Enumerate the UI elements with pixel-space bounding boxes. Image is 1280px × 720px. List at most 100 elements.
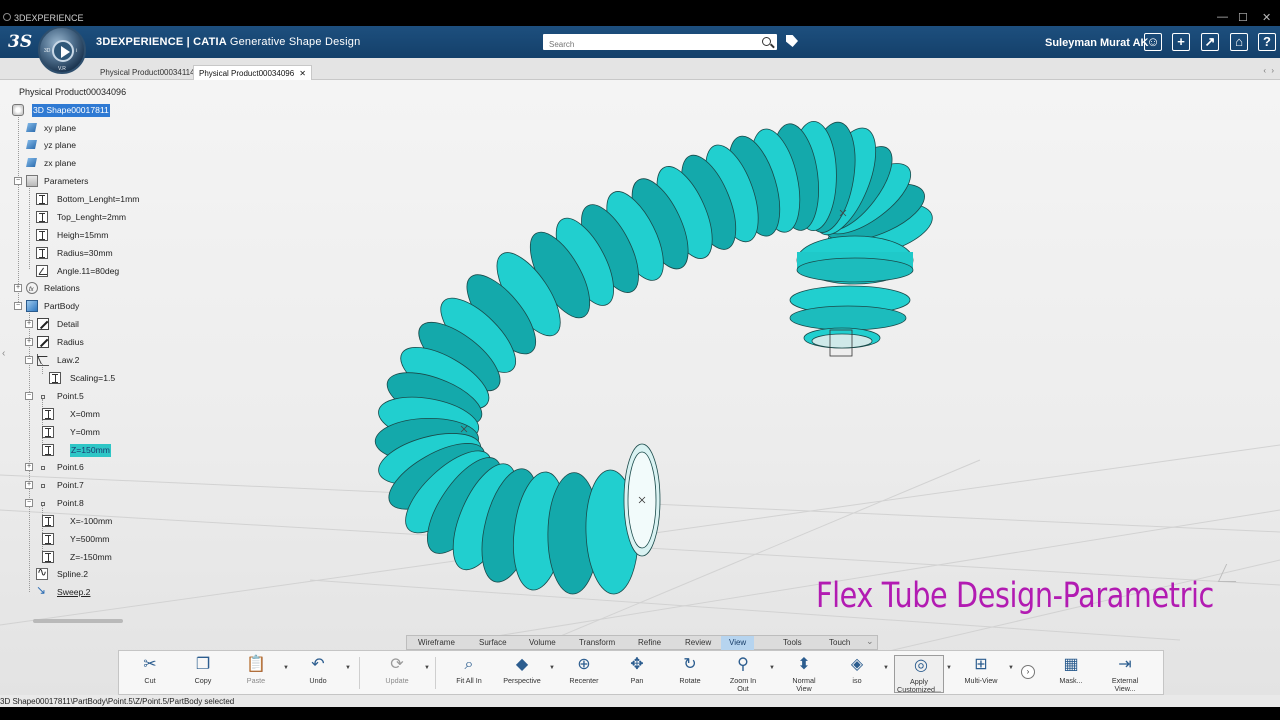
tab-wireframe[interactable]: Wireframe	[418, 638, 455, 647]
tab-physical-product-34096[interactable]: Physical Product00034096 ✕	[193, 65, 312, 80]
collapse-icon[interactable]: −	[14, 177, 22, 185]
paste-dropdown-icon[interactable]: ▼	[283, 665, 289, 671]
minimize-icon[interactable]: —	[1217, 11, 1228, 23]
chevron-down-icon[interactable]: ⌄	[866, 636, 874, 647]
parameter-icon	[36, 211, 48, 223]
add-icon[interactable]: +	[1172, 33, 1190, 51]
tab-tools[interactable]: Tools	[783, 638, 802, 647]
share-icon[interactable]: ↗	[1201, 33, 1219, 51]
parameter-icon	[42, 515, 54, 527]
tab-surface[interactable]: Surface	[479, 638, 507, 647]
multi-view-button[interactable]: ⊞ Multi-View	[955, 655, 1007, 693]
plane-icon	[26, 123, 37, 132]
update-button[interactable]: ⟳ Update	[371, 655, 423, 693]
tab-volume[interactable]: Volume	[529, 638, 556, 647]
search-icon[interactable]	[762, 37, 771, 46]
collapse-icon[interactable]: −	[25, 499, 33, 507]
next-commands-icon[interactable]: ›	[1021, 665, 1035, 679]
expand-icon[interactable]: +	[14, 284, 22, 292]
panel-collapse-icon[interactable]: ‹	[2, 348, 5, 359]
compass-widget[interactable]: 3D V.R i	[38, 26, 86, 74]
video-title-overlay: Flex Tube Design-Parametric	[816, 576, 1214, 616]
tab-scroll-left-icon[interactable]: ‹	[1263, 66, 1266, 75]
parameter-icon	[42, 408, 54, 420]
point-icon	[41, 484, 45, 488]
tab-view[interactable]: View	[721, 636, 755, 650]
collapse-icon[interactable]: −	[25, 356, 33, 364]
maximize-icon[interactable]: ☐	[1238, 11, 1248, 24]
undo-dropdown-icon[interactable]: ▼	[345, 665, 351, 671]
tag-icon[interactable]	[786, 35, 798, 47]
expand-icon[interactable]: +	[25, 463, 33, 471]
apply-dropdown-icon[interactable]: ▼	[946, 665, 952, 671]
workbench-name: Generative Shape Design	[229, 36, 361, 48]
iso-view-button[interactable]: ◈ iso	[831, 655, 883, 693]
close-tab-icon[interactable]: ✕	[299, 69, 306, 78]
expand-icon[interactable]: +	[25, 338, 33, 346]
zoom-in-out-button[interactable]: ⚲ Zoom In Out	[717, 655, 769, 693]
tree-label-3d-shape: 3D Shape00017811	[32, 104, 110, 117]
tree-scrollbar[interactable]	[33, 619, 123, 623]
tab-scroll-right-icon[interactable]: ›	[1271, 66, 1274, 75]
action-bar-tabs: Wireframe Surface Volume Transform Refin…	[406, 635, 878, 650]
iso-dropdown-icon[interactable]: ▼	[883, 665, 889, 671]
perspective-button[interactable]: ◆ Perspective	[496, 655, 548, 693]
tab-review[interactable]: Review	[685, 638, 711, 647]
normal-view-button[interactable]: ⬍ Normal View	[778, 655, 830, 693]
tree-label: Scaling=1.5	[70, 373, 116, 383]
tree-label: yz plane	[44, 140, 77, 150]
document-tab-strip: Physical Product00034114 Physical Produc…	[0, 58, 1280, 80]
collapse-icon[interactable]: −	[25, 392, 33, 400]
copy-button[interactable]: ❐ Copy	[177, 655, 229, 693]
play-icon[interactable]	[52, 40, 74, 62]
3d-viewport[interactable]: Physical Product00034096 3D Shape0001781…	[0, 80, 1280, 695]
help-icon[interactable]: ?	[1258, 33, 1276, 51]
tab-touch[interactable]: Touch	[829, 638, 850, 647]
expand-icon[interactable]: +	[25, 320, 33, 328]
tab-refine[interactable]: Refine	[638, 638, 661, 647]
expand-icon[interactable]: +	[25, 481, 33, 489]
mask-button[interactable]: ▦ Mask...	[1045, 655, 1097, 693]
relations-icon	[26, 282, 38, 297]
undo-button[interactable]: ↶ Undo	[292, 655, 344, 693]
tree-label: Point.7	[57, 480, 84, 490]
tree-label: Point.5	[57, 391, 84, 401]
close-window-icon[interactable]: ✕	[1262, 11, 1271, 24]
external-view-button[interactable]: ⇥ External View...	[1099, 655, 1151, 693]
tree-root[interactable]: Physical Product00034096	[19, 86, 126, 99]
rotate-button[interactable]: ↻ Rotate	[664, 655, 716, 693]
tree-label: Parameters	[44, 176, 89, 186]
home-icon[interactable]: ⌂	[1230, 33, 1248, 51]
tree-label-selected: Z=150mm	[70, 444, 111, 457]
recenter-button[interactable]: ⊕ Recenter	[558, 655, 610, 693]
parameter-icon	[42, 551, 54, 563]
tree-label: Angle.11=80deg	[57, 266, 120, 276]
app-title: 3DEXPERIENCE | CATIA Generative Shape De…	[96, 36, 360, 48]
zoom-dropdown-icon[interactable]: ▼	[769, 665, 775, 671]
fit-all-in-button[interactable]: ⌕ Fit All In	[443, 655, 495, 693]
sweep-icon	[36, 584, 48, 598]
paste-button[interactable]: 📋 Paste	[230, 655, 282, 693]
tree-label: Z=-150mm	[70, 552, 112, 562]
parameter-icon	[42, 426, 54, 438]
update-dropdown-icon[interactable]: ▼	[424, 665, 430, 671]
tab-physical-product-34114[interactable]: Physical Product00034114	[95, 65, 200, 80]
update-icon: ⟳	[390, 656, 404, 673]
parameters-icon	[26, 175, 38, 187]
sketch-icon	[37, 318, 49, 330]
perspective-dropdown-icon[interactable]: ▼	[549, 665, 555, 671]
tab-transform[interactable]: Transform	[579, 638, 615, 647]
user-name[interactable]: Suleyman Murat AK	[1045, 37, 1149, 49]
collapse-icon[interactable]: −	[14, 302, 22, 310]
angle-parameter-icon	[36, 265, 48, 277]
tree-label: Bottom_Lenght=1mm	[57, 194, 140, 204]
search-input[interactable]	[543, 36, 753, 53]
pan-button[interactable]: ✥ Pan	[611, 655, 663, 693]
multi-view-dropdown-icon[interactable]: ▼	[1008, 665, 1014, 671]
cut-button[interactable]: ✂ Cut	[124, 655, 176, 693]
apply-customized-button[interactable]: ◎ Apply Customized...	[894, 655, 944, 694]
user-profile-icon[interactable]: ☺	[1144, 33, 1162, 51]
tree-label: Radius=30mm	[57, 248, 113, 258]
app-header: 3S 3DEXPERIENCE | CATIA Generative Shape…	[0, 26, 1280, 58]
tree-label: Point.6	[57, 462, 84, 472]
